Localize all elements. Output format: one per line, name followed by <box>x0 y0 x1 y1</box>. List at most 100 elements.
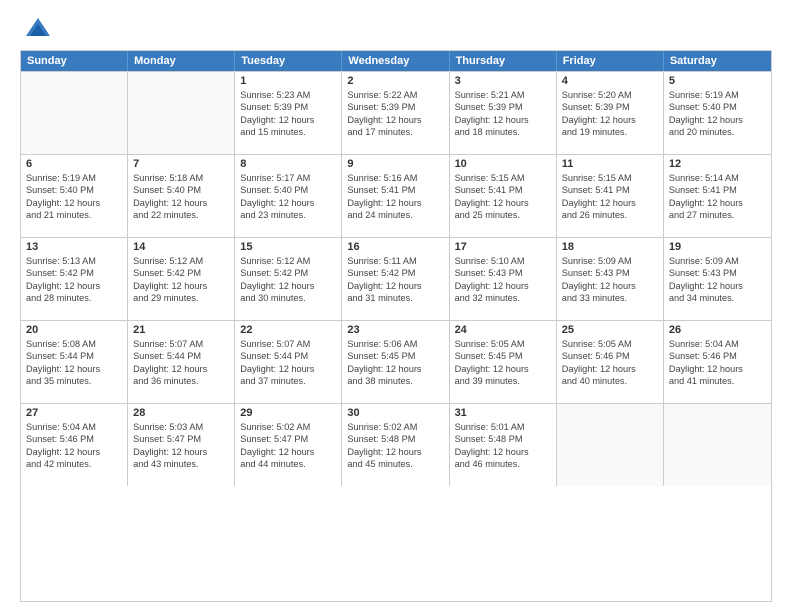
cell-line: Daylight: 12 hours <box>669 197 766 209</box>
cell-line: and 20 minutes. <box>669 126 766 138</box>
day-number: 1 <box>240 75 336 87</box>
cell-line: Daylight: 12 hours <box>562 280 658 292</box>
cell-line: Sunset: 5:47 PM <box>133 433 229 445</box>
cell-line: Sunrise: 5:04 AM <box>669 338 766 350</box>
header <box>20 16 772 42</box>
day-number: 17 <box>455 241 551 253</box>
cell-line: Sunset: 5:41 PM <box>562 184 658 196</box>
cal-cell: 17Sunrise: 5:10 AMSunset: 5:43 PMDayligh… <box>450 238 557 320</box>
cell-line: and 28 minutes. <box>26 292 122 304</box>
cell-line: and 42 minutes. <box>26 458 122 470</box>
cal-cell: 15Sunrise: 5:12 AMSunset: 5:42 PMDayligh… <box>235 238 342 320</box>
cell-line: Daylight: 12 hours <box>455 197 551 209</box>
cell-line: Sunset: 5:45 PM <box>347 350 443 362</box>
cell-line: Sunset: 5:41 PM <box>455 184 551 196</box>
cell-line: Daylight: 12 hours <box>347 446 443 458</box>
cell-line: and 35 minutes. <box>26 375 122 387</box>
cell-line: Sunrise: 5:05 AM <box>562 338 658 350</box>
cal-row-3: 20Sunrise: 5:08 AMSunset: 5:44 PMDayligh… <box>21 320 771 403</box>
cell-line: Daylight: 12 hours <box>26 197 122 209</box>
cell-line: Daylight: 12 hours <box>347 280 443 292</box>
cal-cell: 5Sunrise: 5:19 AMSunset: 5:40 PMDaylight… <box>664 72 771 154</box>
day-number: 15 <box>240 241 336 253</box>
cell-line: Sunrise: 5:02 AM <box>347 421 443 433</box>
cell-line: and 27 minutes. <box>669 209 766 221</box>
cell-line: and 15 minutes. <box>240 126 336 138</box>
cal-cell: 25Sunrise: 5:05 AMSunset: 5:46 PMDayligh… <box>557 321 664 403</box>
cell-line: Sunrise: 5:07 AM <box>133 338 229 350</box>
cell-line: Sunrise: 5:12 AM <box>133 255 229 267</box>
page: SundayMondayTuesdayWednesdayThursdayFrid… <box>0 0 792 612</box>
header-day-thursday: Thursday <box>450 51 557 71</box>
cell-line: and 17 minutes. <box>347 126 443 138</box>
cell-line: Sunrise: 5:19 AM <box>26 172 122 184</box>
cell-line: and 19 minutes. <box>562 126 658 138</box>
cal-cell: 18Sunrise: 5:09 AMSunset: 5:43 PMDayligh… <box>557 238 664 320</box>
cell-line: Daylight: 12 hours <box>562 197 658 209</box>
cell-line: Daylight: 12 hours <box>347 197 443 209</box>
cell-line: Sunset: 5:39 PM <box>347 101 443 113</box>
cell-line: Sunrise: 5:20 AM <box>562 89 658 101</box>
cell-line: Daylight: 12 hours <box>133 363 229 375</box>
cell-line: Sunrise: 5:19 AM <box>669 89 766 101</box>
cal-cell: 6Sunrise: 5:19 AMSunset: 5:40 PMDaylight… <box>21 155 128 237</box>
calendar-header: SundayMondayTuesdayWednesdayThursdayFrid… <box>21 51 771 71</box>
day-number: 12 <box>669 158 766 170</box>
cell-line: Sunset: 5:41 PM <box>347 184 443 196</box>
cell-line: Sunrise: 5:22 AM <box>347 89 443 101</box>
header-day-saturday: Saturday <box>664 51 771 71</box>
cal-cell: 31Sunrise: 5:01 AMSunset: 5:48 PMDayligh… <box>450 404 557 486</box>
cell-line: and 33 minutes. <box>562 292 658 304</box>
cell-line: Daylight: 12 hours <box>562 363 658 375</box>
logo <box>20 16 52 42</box>
cal-cell: 23Sunrise: 5:06 AMSunset: 5:45 PMDayligh… <box>342 321 449 403</box>
cell-line: Sunset: 5:42 PM <box>133 267 229 279</box>
cell-line: Sunrise: 5:06 AM <box>347 338 443 350</box>
cal-cell: 12Sunrise: 5:14 AMSunset: 5:41 PMDayligh… <box>664 155 771 237</box>
day-number: 31 <box>455 407 551 419</box>
cell-line: and 34 minutes. <box>669 292 766 304</box>
cell-line: Sunset: 5:40 PM <box>26 184 122 196</box>
cal-cell <box>128 72 235 154</box>
day-number: 8 <box>240 158 336 170</box>
day-number: 4 <box>562 75 658 87</box>
cell-line: Sunset: 5:45 PM <box>455 350 551 362</box>
cal-row-0: 1Sunrise: 5:23 AMSunset: 5:39 PMDaylight… <box>21 71 771 154</box>
day-number: 10 <box>455 158 551 170</box>
cell-line: and 31 minutes. <box>347 292 443 304</box>
cell-line: and 26 minutes. <box>562 209 658 221</box>
cell-line: Sunset: 5:40 PM <box>669 101 766 113</box>
cell-line: Sunset: 5:43 PM <box>562 267 658 279</box>
cell-line: Sunset: 5:40 PM <box>133 184 229 196</box>
header-day-tuesday: Tuesday <box>235 51 342 71</box>
day-number: 25 <box>562 324 658 336</box>
day-number: 3 <box>455 75 551 87</box>
cell-line: Daylight: 12 hours <box>455 114 551 126</box>
day-number: 7 <box>133 158 229 170</box>
cell-line: Sunrise: 5:11 AM <box>347 255 443 267</box>
cell-line: and 43 minutes. <box>133 458 229 470</box>
cell-line: Daylight: 12 hours <box>240 446 336 458</box>
cal-row-2: 13Sunrise: 5:13 AMSunset: 5:42 PMDayligh… <box>21 237 771 320</box>
cell-line: and 36 minutes. <box>133 375 229 387</box>
cal-cell: 20Sunrise: 5:08 AMSunset: 5:44 PMDayligh… <box>21 321 128 403</box>
cal-cell: 14Sunrise: 5:12 AMSunset: 5:42 PMDayligh… <box>128 238 235 320</box>
cell-line: and 29 minutes. <box>133 292 229 304</box>
cell-line: Sunrise: 5:09 AM <box>562 255 658 267</box>
cell-line: Sunrise: 5:07 AM <box>240 338 336 350</box>
cal-cell: 8Sunrise: 5:17 AMSunset: 5:40 PMDaylight… <box>235 155 342 237</box>
cell-line: Daylight: 12 hours <box>26 446 122 458</box>
cal-cell: 2Sunrise: 5:22 AMSunset: 5:39 PMDaylight… <box>342 72 449 154</box>
cell-line: Sunrise: 5:12 AM <box>240 255 336 267</box>
cal-cell: 3Sunrise: 5:21 AMSunset: 5:39 PMDaylight… <box>450 72 557 154</box>
cell-line: Sunrise: 5:18 AM <box>133 172 229 184</box>
header-day-monday: Monday <box>128 51 235 71</box>
cell-line: Sunrise: 5:03 AM <box>133 421 229 433</box>
cell-line: Daylight: 12 hours <box>26 363 122 375</box>
cell-line: Sunset: 5:42 PM <box>26 267 122 279</box>
cal-cell: 7Sunrise: 5:18 AMSunset: 5:40 PMDaylight… <box>128 155 235 237</box>
day-number: 30 <box>347 407 443 419</box>
cell-line: Sunrise: 5:15 AM <box>562 172 658 184</box>
day-number: 27 <box>26 407 122 419</box>
day-number: 19 <box>669 241 766 253</box>
